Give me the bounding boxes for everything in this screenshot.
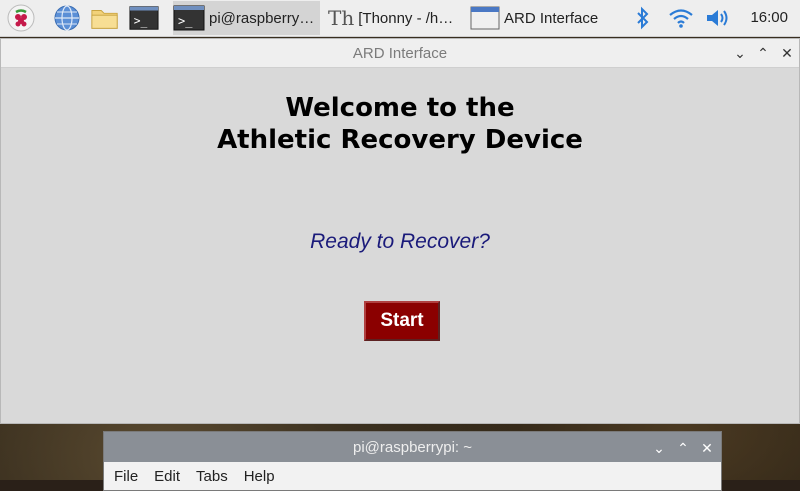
task-thonny[interactable]: Th [Thonny - /h… [324,1,466,35]
terminal-title: pi@raspberrypi: ~ [352,439,473,456]
menu-edit[interactable]: Edit [154,468,180,485]
file-manager-icon[interactable] [90,3,120,33]
minimize-icon[interactable]: ⌄ [651,440,667,456]
window-title: ARD Interface [352,45,448,62]
bluetooth-icon[interactable] [630,0,656,36]
heading-line-2: Athletic Recovery Device [217,125,583,155]
terminal-launcher-icon[interactable]: >_ [129,3,159,33]
maximize-icon[interactable]: ⌃ [755,45,771,61]
task-ard-interface[interactable]: ARD Interface [470,1,620,35]
menu-file[interactable]: File [114,468,138,485]
clock: 16:00 [750,9,788,26]
menu-tabs[interactable]: Tabs [196,468,228,485]
raspberry-menu-icon[interactable] [6,3,36,33]
svg-text:>_: >_ [178,14,193,28]
task-label: [Thonny - /h… [358,9,454,27]
window-icon [470,6,500,30]
thonny-icon: Th [328,6,355,30]
maximize-icon[interactable]: ⌃ [675,440,691,456]
ready-subtitle: Ready to Recover? [310,230,490,253]
task-terminal[interactable]: >_ pi@raspberry… [173,1,320,35]
welcome-heading: Welcome to the Athletic Recovery Device [1,92,799,156]
heading-line-1: Welcome to the [285,93,515,123]
task-label: ARD Interface [504,9,599,27]
volume-icon[interactable] [702,0,734,36]
terminal-window: pi@raspberrypi: ~ ⌄ ⌃ ✕ File Edit Tabs H… [103,431,722,491]
menu-help[interactable]: Help [244,468,275,485]
task-label: pi@raspberry… [209,9,315,27]
terminal-titlebar[interactable]: pi@raspberrypi: ~ ⌄ ⌃ ✕ [104,432,721,462]
wifi-icon[interactable] [666,0,696,36]
web-browser-icon[interactable] [52,3,82,33]
taskbar: >_ >_ pi@raspberry… Th [Thonny - /h… ARD… [0,0,800,37]
window-titlebar[interactable]: ARD Interface ⌄ ⌃ ✕ [1,39,799,68]
svg-text:>_: >_ [134,15,148,28]
close-icon[interactable]: ✕ [699,440,715,456]
ard-interface-window: ARD Interface ⌄ ⌃ ✕ Welcome to the Athle… [0,38,800,424]
minimize-icon[interactable]: ⌄ [732,45,748,61]
terminal-menubar: File Edit Tabs Help [104,462,721,490]
terminal-icon: >_ [173,5,205,31]
close-icon[interactable]: ✕ [779,45,795,61]
window-content: Welcome to the Athletic Recovery Device … [1,68,799,424]
start-button[interactable]: Start [364,301,440,341]
